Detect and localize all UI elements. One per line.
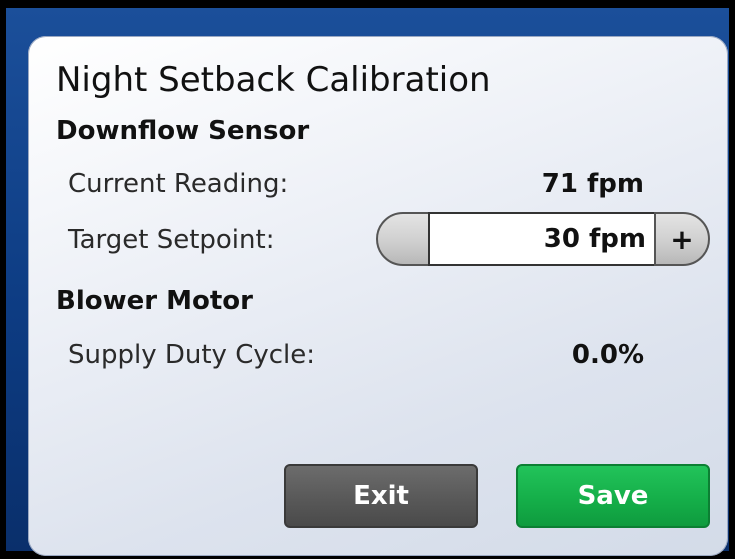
increment-button[interactable]: + bbox=[654, 212, 710, 266]
supply-duty-cycle-value: 0.0% bbox=[571, 340, 644, 370]
target-setpoint-field[interactable]: 30 fpm bbox=[428, 212, 658, 266]
save-button[interactable]: Save bbox=[516, 464, 710, 528]
device-frame: Night Setback Calibration Downflow Senso… bbox=[0, 0, 735, 559]
downflow-sensor-heading: Downflow Sensor bbox=[56, 116, 310, 146]
current-reading-value: 71 fpm bbox=[541, 169, 644, 199]
decrement-button[interactable] bbox=[376, 212, 432, 266]
blower-motor-heading: Blower Motor bbox=[56, 286, 253, 316]
current-reading-label: Current Reading: bbox=[68, 169, 289, 199]
calibration-panel: Night Setback Calibration Downflow Senso… bbox=[28, 36, 728, 556]
target-setpoint-label: Target Setpoint: bbox=[68, 225, 275, 255]
target-setpoint-stepper: 30 fpm + bbox=[376, 212, 710, 266]
page-title: Night Setback Calibration bbox=[56, 60, 491, 100]
supply-duty-cycle-label: Supply Duty Cycle: bbox=[68, 340, 316, 370]
exit-button[interactable]: Exit bbox=[284, 464, 478, 528]
screen-bezel: Night Setback Calibration Downflow Senso… bbox=[6, 8, 729, 556]
